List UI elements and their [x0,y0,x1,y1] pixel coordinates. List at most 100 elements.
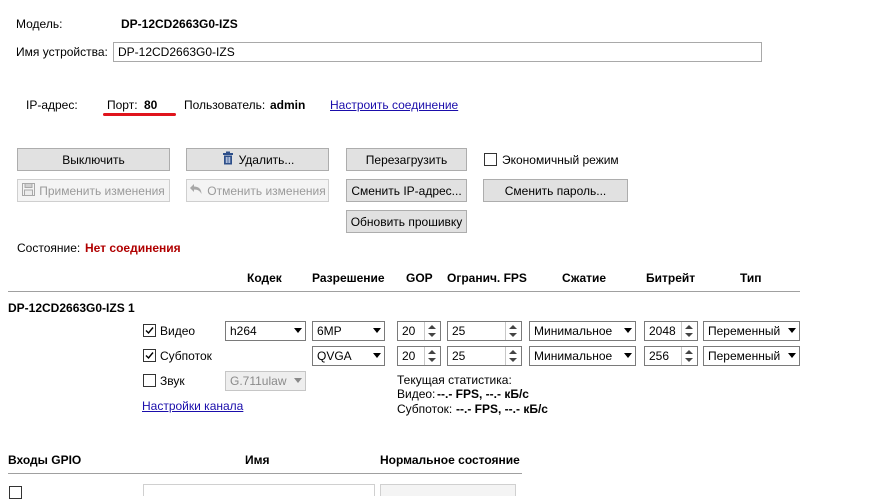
substream-compression-select[interactable]: Минимальное [529,346,636,366]
gpio-divider [8,473,522,474]
chevron-down-icon [294,328,302,333]
eco-mode-label: Экономичный режим [502,153,619,167]
video-gop-value: 20 [402,324,416,338]
port-highlight-underline [103,113,176,116]
gpio-header-inputs: Входы GPIO [8,453,82,467]
apply-changes-button[interactable]: Применить изменения [17,179,170,202]
substream-label: Субпоток [160,349,212,363]
delete-button[interactable]: Удалить... [186,148,329,171]
stats-video-prefix: Видео: [397,387,436,401]
divider [8,291,800,292]
port-label: Порт: [107,98,138,112]
substream-bitrate-value: 256 [649,349,670,363]
video-codec-select[interactable]: h264 [225,321,306,341]
video-type-value: Переменный [708,324,781,338]
video-codec-value: h264 [230,324,257,338]
header-fps-limit: Огранич. FPS [447,271,527,285]
user-value: admin [270,98,306,112]
audio-codec-value: G.711ulaw [230,374,287,388]
substream-checkbox[interactable] [143,349,156,362]
video-label: Видео [160,324,196,338]
chevron-down-icon [373,328,381,333]
spinner-arrows-icon[interactable] [505,322,521,340]
substream-type-value: Переменный [708,349,781,363]
audio-codec-select[interactable]: G.711ulaw [225,371,306,391]
change-ip-label: Сменить IP-адрес... [351,183,462,198]
header-compression: Сжатие [562,271,607,285]
eco-mode-checkbox[interactable] [484,153,497,166]
audio-checkbox[interactable] [143,374,156,387]
cancel-changes-button[interactable]: Отменить изменения [186,179,329,202]
delete-label: Удалить... [238,152,295,167]
video-compression-value: Минимальное [534,324,613,338]
substream-compression-value: Минимальное [534,349,613,363]
undo-icon [189,183,203,198]
apply-changes-label: Применить изменения [39,183,165,198]
spinner-arrows-icon[interactable] [424,347,440,365]
device-name-input[interactable]: DP-12CD2663G0-IZS [113,42,762,62]
reboot-label: Перезагрузить [365,152,448,167]
gpio-header-name: Имя [245,453,270,467]
change-password-label: Сменить пароль... [504,183,607,198]
stats-substream-value: --.- FPS, --.- кБ/с [456,402,548,416]
reboot-button[interactable]: Перезагрузить [346,148,467,171]
stats-video-value: --.- FPS, --.- кБ/с [437,387,529,401]
video-gop-spinner[interactable]: 20 [397,321,441,341]
video-fps-value: 25 [452,324,466,338]
stats-title: Текущая статистика: [397,373,512,387]
stats-substream-prefix: Субпоток: [397,402,453,416]
channel-settings-link[interactable]: Настройки канала [142,399,243,413]
audio-label: Звук [160,374,185,388]
video-bitrate-spinner[interactable]: 2048 [644,321,698,341]
model-label: Модель: [16,17,63,31]
chevron-down-icon [294,378,302,383]
gpio-normal-state-select[interactable] [380,484,516,496]
video-fps-spinner[interactable]: 25 [447,321,522,341]
user-label: Пользователь: [184,98,266,112]
video-type-select[interactable]: Переменный [703,321,800,341]
video-checkbox[interactable] [143,324,156,337]
gpio-name-input[interactable] [143,484,375,496]
video-resolution-select[interactable]: 6MP [312,321,385,341]
spinner-arrows-icon[interactable] [681,347,697,365]
status-label: Состояние: [17,241,81,255]
spinner-arrows-icon[interactable] [681,322,697,340]
substream-fps-spinner[interactable]: 25 [447,346,522,366]
header-resolution: Разрешение [312,271,385,285]
update-firmware-button[interactable]: Обновить прошивку [346,210,467,233]
gpio-header-normal-state: Нормальное состояние [380,453,520,467]
channel-title: DP-12CD2663G0-IZS 1 [8,301,135,315]
ip-label: IP-адрес: [26,98,78,112]
substream-resolution-select[interactable]: QVGA [312,346,385,366]
chevron-down-icon [624,328,632,333]
video-compression-select[interactable]: Минимальное [529,321,636,341]
gpio-input-checkbox[interactable] [9,486,22,499]
change-ip-button[interactable]: Сменить IP-адрес... [346,179,467,202]
header-type: Тип [740,271,762,285]
setup-connection-link[interactable]: Настроить соединение [330,98,458,112]
model-value: DP-12CD2663G0-IZS [121,17,238,31]
change-password-button[interactable]: Сменить пароль... [483,179,628,202]
header-gop: GOP [406,271,433,285]
device-name-value: DP-12CD2663G0-IZS [118,45,235,59]
chevron-down-icon [373,353,381,358]
chevron-down-icon [788,353,796,358]
substream-resolution-value: QVGA [317,349,352,363]
spinner-arrows-icon[interactable] [424,322,440,340]
substream-gop-value: 20 [402,349,416,363]
spinner-arrows-icon[interactable] [505,347,521,365]
status-value: Нет соединения [85,241,181,255]
cancel-changes-label: Отменить изменения [207,183,326,198]
substream-bitrate-spinner[interactable]: 256 [644,346,698,366]
video-resolution-value: 6MP [317,324,342,338]
chevron-down-icon [788,328,796,333]
header-codec: Кодек [247,271,282,285]
device-name-label: Имя устройства: [16,45,108,59]
video-bitrate-value: 2048 [649,324,676,338]
trash-icon [221,151,235,168]
turn-off-button[interactable]: Выключить [17,148,170,171]
substream-gop-spinner[interactable]: 20 [397,346,441,366]
substream-type-select[interactable]: Переменный [703,346,800,366]
save-icon [22,182,36,199]
chevron-down-icon [624,353,632,358]
